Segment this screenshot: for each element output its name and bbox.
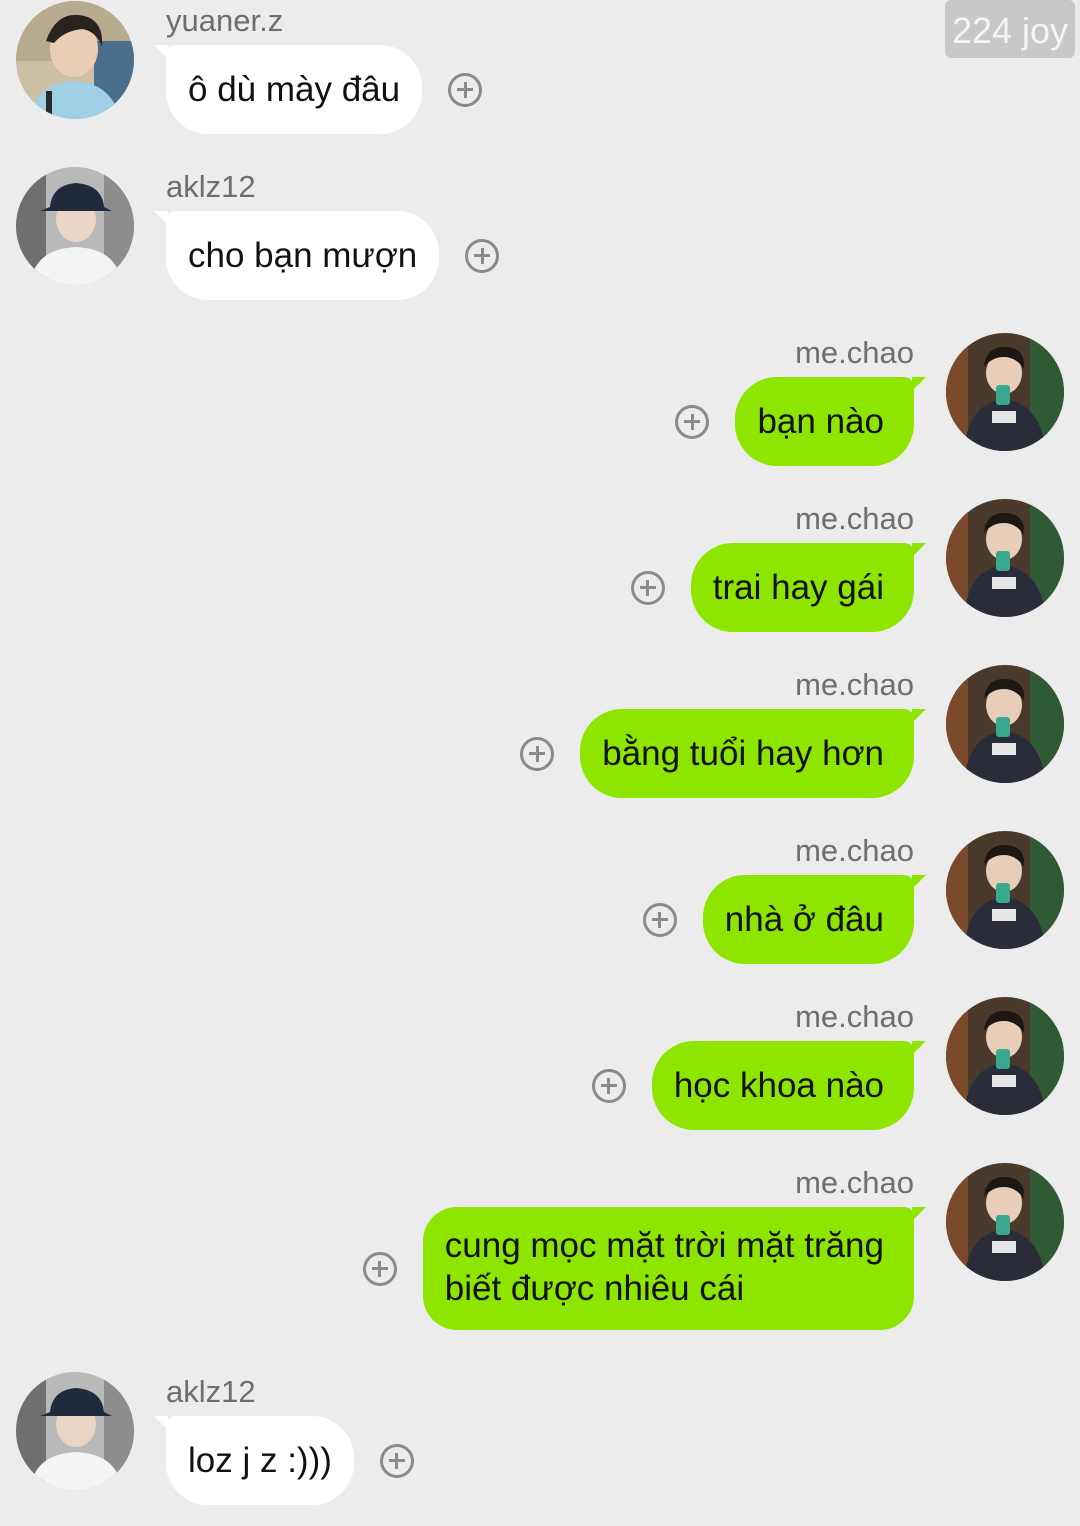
add-reaction-icon[interactable] (362, 1251, 397, 1286)
avatar-aklz-image (16, 1372, 134, 1490)
sender-name: aklz12 (166, 169, 256, 204)
user-avatar[interactable] (946, 997, 1064, 1115)
user-avatar[interactable] (946, 1163, 1064, 1281)
sender-name: me.chao (795, 999, 914, 1034)
watermark-label: 224 joy (945, 0, 1075, 58)
message-bubble[interactable]: nhà ở đâu (702, 875, 927, 964)
avatar-me-image (946, 499, 1064, 617)
avatar-aklz-image (16, 167, 134, 285)
user-avatar[interactable] (16, 1372, 134, 1490)
avatar-me-image (946, 333, 1064, 451)
message-bubble[interactable]: loz j z :))) (154, 1416, 354, 1505)
sender-name: yuaner.z (166, 3, 284, 38)
user-avatar[interactable] (946, 665, 1064, 783)
add-reaction-icon[interactable] (520, 736, 555, 771)
avatar-yuaner-image (16, 1, 134, 119)
avatar-me-image (946, 997, 1064, 1115)
avatar-me-image (946, 665, 1064, 783)
user-avatar[interactable] (946, 333, 1064, 451)
sender-name: me.chao (795, 335, 914, 370)
message-row: cung mọc mặt trời mặt trăng biết được nh… (362, 1207, 927, 1330)
message-row: bằng tuổi hay hơn (520, 709, 926, 798)
sender-name: me.chao (795, 1165, 914, 1200)
sender-name: aklz12 (166, 1374, 256, 1409)
message-row: nhà ở đâu (642, 875, 927, 964)
message-row: học khoa nào (591, 1041, 927, 1130)
message-row: ô dù mày đâu (153, 45, 483, 134)
message-row: loz j z :))) (154, 1416, 414, 1505)
message-row: trai hay gái (630, 543, 927, 632)
user-avatar[interactable] (946, 499, 1064, 617)
sender-name: me.chao (795, 667, 914, 702)
user-avatar[interactable] (16, 1, 134, 119)
avatar-me-image (946, 1163, 1064, 1281)
message-bubble[interactable]: học khoa nào (651, 1041, 927, 1130)
sender-name: me.chao (795, 501, 914, 536)
add-reaction-icon[interactable] (675, 404, 710, 439)
user-avatar[interactable] (946, 831, 1064, 949)
message-bubble[interactable]: cung mọc mặt trời mặt trăng biết được nh… (422, 1207, 927, 1330)
sender-name: me.chao (795, 833, 914, 868)
message-bubble[interactable]: trai hay gái (690, 543, 927, 632)
add-reaction-icon[interactable] (591, 1068, 626, 1103)
message-row: bạn nào (675, 377, 926, 466)
user-avatar[interactable] (16, 167, 134, 285)
add-reaction-icon[interactable] (642, 902, 677, 937)
message-bubble[interactable]: ô dù mày đâu (153, 45, 423, 134)
avatar-me-image (946, 831, 1064, 949)
message-row: cho bạn mượn (153, 211, 500, 300)
message-bubble[interactable]: cho bạn mượn (153, 211, 440, 300)
add-reaction-icon[interactable] (630, 570, 665, 605)
add-reaction-icon[interactable] (379, 1443, 414, 1478)
message-bubble[interactable]: bằng tuổi hay hơn (580, 709, 926, 798)
add-reaction-icon[interactable] (448, 72, 483, 107)
add-reaction-icon[interactable] (465, 238, 500, 273)
message-bubble[interactable]: bạn nào (735, 377, 926, 466)
